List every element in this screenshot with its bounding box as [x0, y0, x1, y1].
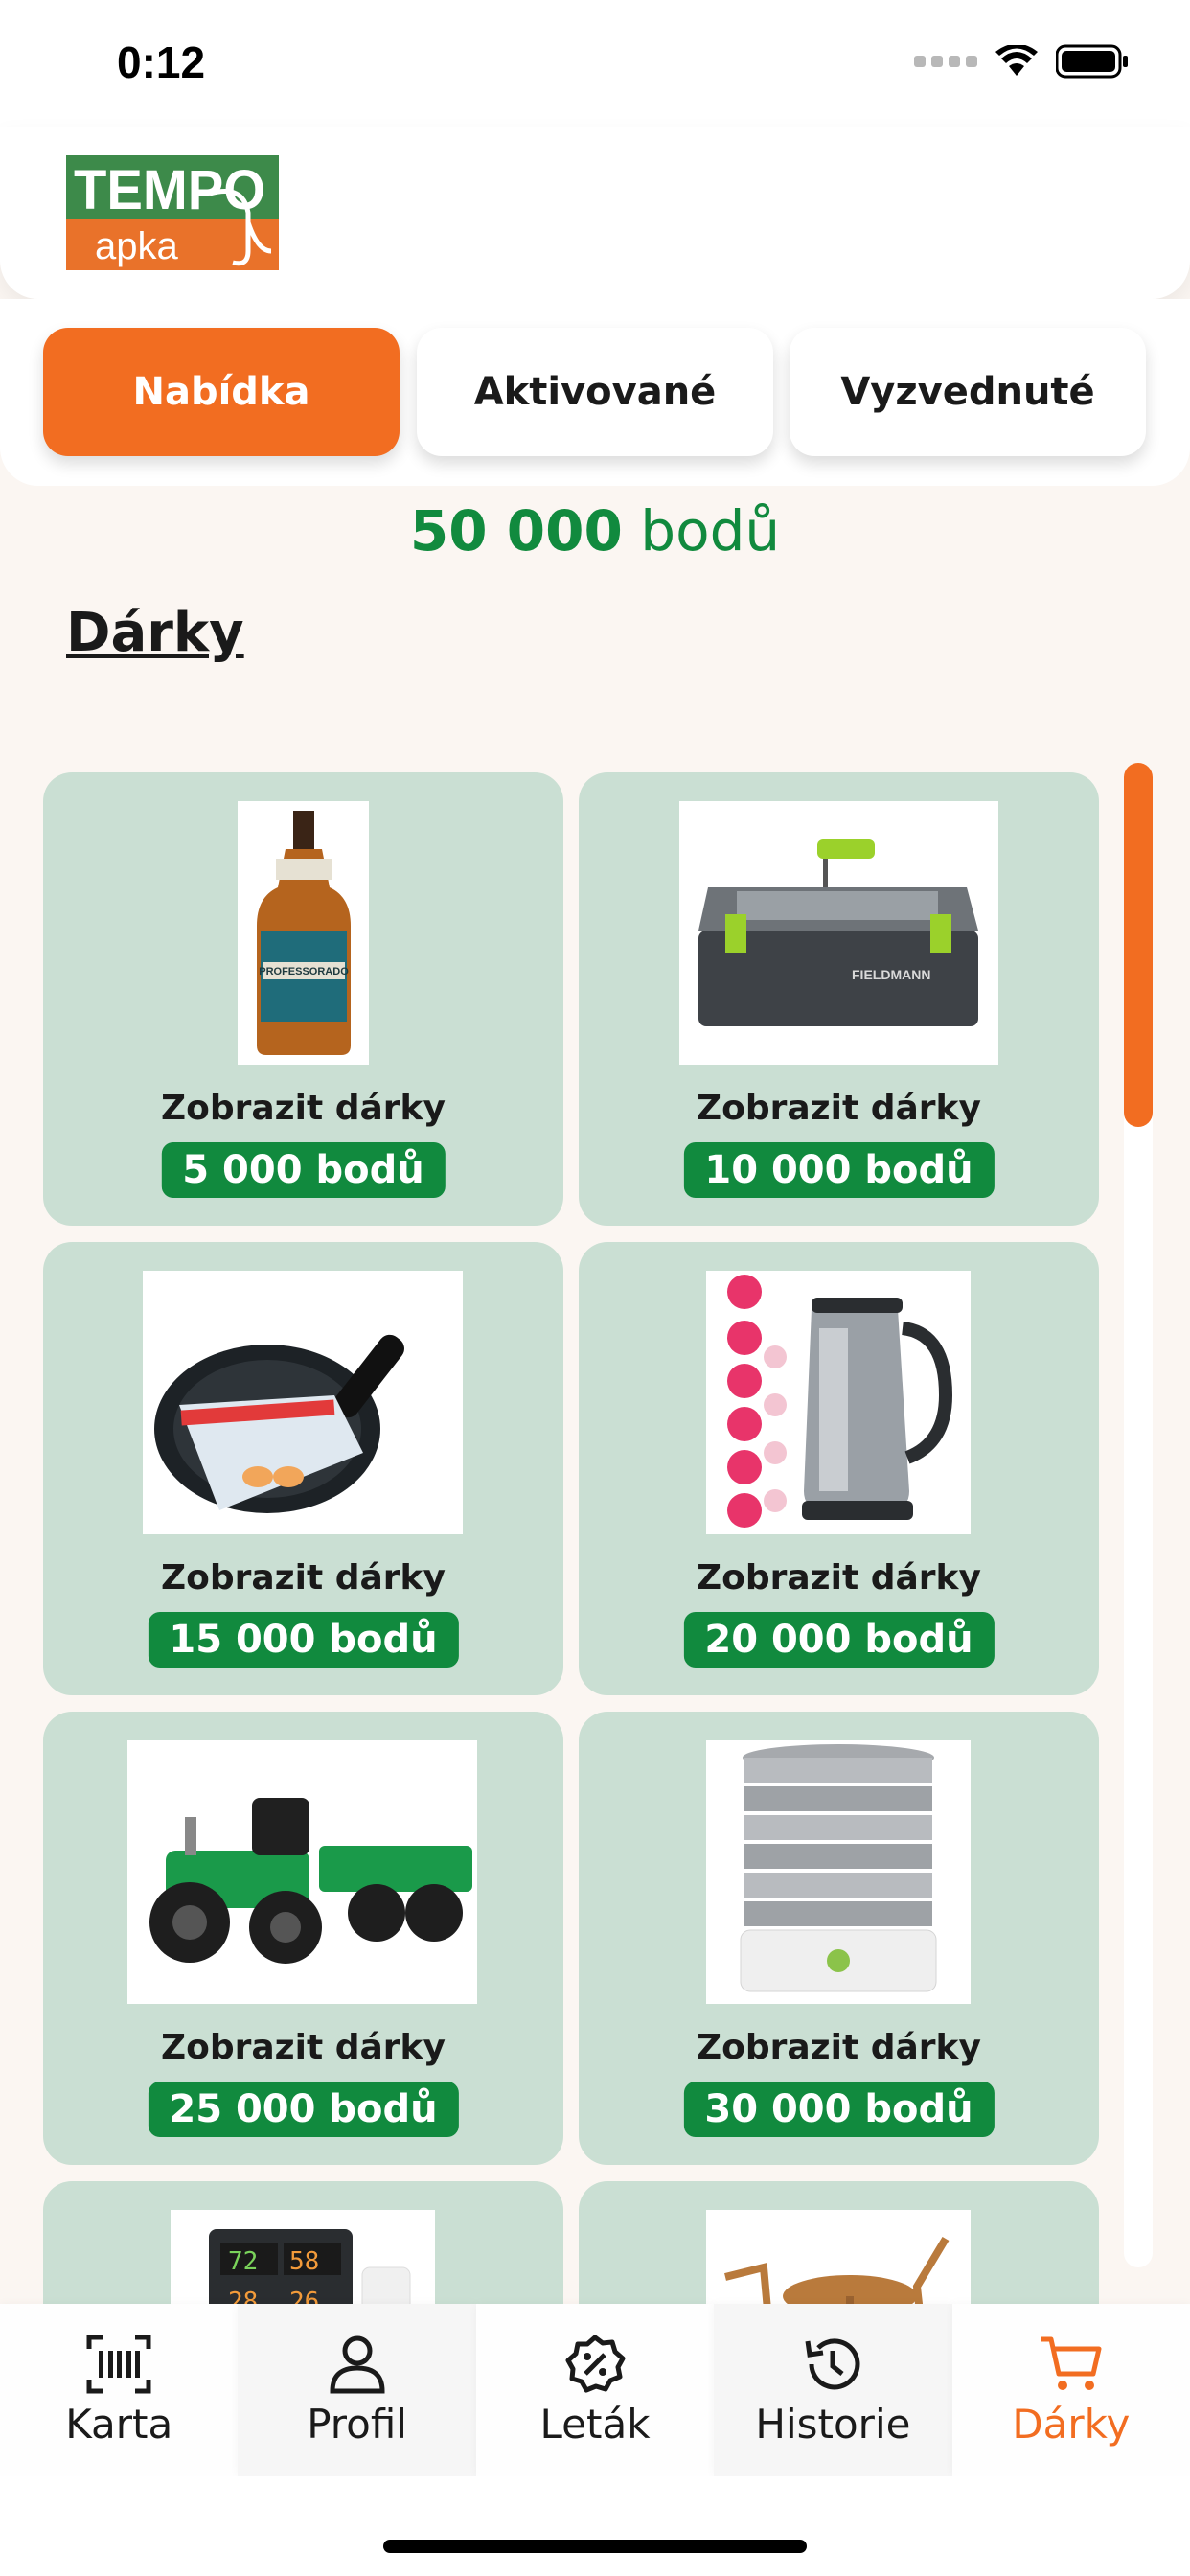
tab-nabidka[interactable]: Nabídka: [43, 328, 400, 456]
tab-vyzvednute[interactable]: Vyzvednuté: [790, 328, 1146, 456]
weather-station-image: 72 58 28 26: [171, 2210, 435, 2306]
gift-points-badge: 20 000 bodů: [683, 1612, 995, 1668]
nav-label: Profil: [307, 2400, 407, 2448]
discount-badge-icon: [565, 2334, 626, 2392]
toolbox-image: FIELDMANN: [679, 801, 998, 1065]
gift-label: Zobrazit dárky: [697, 1089, 981, 1128]
nav-item-karta[interactable]: Karta: [0, 2304, 239, 2476]
toy-tractor-image: [127, 1740, 477, 2004]
scrollbar-thumb[interactable]: [1124, 763, 1153, 1127]
cart-icon: [1041, 2336, 1102, 2390]
nav-item-historie[interactable]: Historie: [714, 2304, 952, 2476]
svg-text:TEMPO: TEMPO: [74, 159, 265, 221]
status-icons: [914, 44, 1129, 79]
battery-icon: [1056, 44, 1128, 79]
gift-card[interactable]: 72 58 28 26: [43, 2181, 563, 2306]
gift-label: Zobrazit dárky: [161, 1089, 446, 1128]
svg-text:72: 72: [228, 2247, 258, 2276]
nav-label: Dárky: [1012, 2400, 1131, 2448]
nav-label: Historie: [755, 2400, 911, 2448]
nav-item-letak[interactable]: Leták: [475, 2304, 715, 2476]
svg-text:apka: apka: [95, 225, 178, 267]
app-header: TEMPO apka: [0, 126, 1190, 299]
gift-card-10000[interactable]: FIELDMANN Zobrazit dárky 10 000 bodů: [579, 772, 1099, 1226]
gift-label: Zobrazit dárky: [161, 1558, 446, 1598]
points-unit: bodů: [640, 498, 781, 564]
gift-card-15000[interactable]: Zobrazit dárky 15 000 bodů: [43, 1242, 563, 1695]
rum-bottle-image: PROFESSORADO: [238, 801, 369, 1065]
tab-aktivovane[interactable]: Aktivované: [417, 328, 773, 456]
food-dehydrator-image: [706, 1740, 971, 2004]
gift-card[interactable]: [579, 2181, 1099, 2306]
gift-label: Zobrazit dárky: [161, 2028, 446, 2067]
nav-label: Leták: [539, 2400, 651, 2448]
user-icon: [330, 2335, 385, 2393]
svg-text:FIELDMANN: FIELDMANN: [852, 967, 930, 982]
gift-label: Zobrazit dárky: [697, 2028, 981, 2067]
gift-card-5000[interactable]: PROFESSORADO Zobrazit dárky 5 000 bodů: [43, 772, 563, 1226]
gift-points-badge: 15 000 bodů: [148, 1612, 459, 1668]
gift-card-20000[interactable]: Zobrazit dárky 20 000 bodů: [579, 1242, 1099, 1695]
gift-card-25000[interactable]: Zobrazit dárky 25 000 bodů: [43, 1712, 563, 2165]
svg-text:PROFESSORADO: PROFESSORADO: [259, 966, 349, 978]
gift-points-badge: 5 000 bodů: [161, 1142, 446, 1198]
gift-grid: PROFESSORADO Zobrazit dárky 5 000 bodů F…: [43, 772, 1101, 2306]
nav-label: Karta: [65, 2400, 173, 2448]
gift-points-badge: 25 000 bodů: [148, 2082, 459, 2137]
tempo-apka-logo: TEMPO apka: [66, 155, 279, 270]
gift-points-badge: 10 000 bodů: [683, 1142, 995, 1198]
bottom-nav: Karta Profil Leták Historie Dárky: [0, 2304, 1190, 2476]
gift-points-badge: 30 000 bodů: [683, 2082, 995, 2137]
gift-label: Zobrazit dárky: [697, 1558, 981, 1598]
gift-card-30000[interactable]: Zobrazit dárky 30 000 bodů: [579, 1712, 1099, 2165]
status-time: 0:12: [117, 37, 206, 87]
points-value: 50 000: [409, 498, 623, 564]
nav-item-darky[interactable]: Dárky: [951, 2304, 1190, 2476]
kettle-image: [706, 1271, 971, 1534]
status-bar: 0:12: [0, 0, 1190, 126]
history-icon: [805, 2337, 860, 2389]
bottom-safe-area: [0, 2476, 1190, 2576]
nav-item-profil[interactable]: Profil: [238, 2304, 476, 2476]
tabs-bar: Nabídka Aktivované Vyzvednuté: [0, 299, 1190, 486]
garden-furniture-image: [706, 2210, 971, 2306]
barcode-scan-icon: [86, 2334, 151, 2393]
svg-text:58: 58: [289, 2247, 319, 2276]
signal-icon: [914, 56, 977, 67]
wifi-icon: [995, 45, 1038, 76]
points-balance: 50 000 bodů: [0, 498, 1190, 564]
home-indicator[interactable]: [383, 2540, 807, 2553]
frying-pan-image: [143, 1271, 463, 1534]
section-title: Dárky: [66, 602, 244, 664]
